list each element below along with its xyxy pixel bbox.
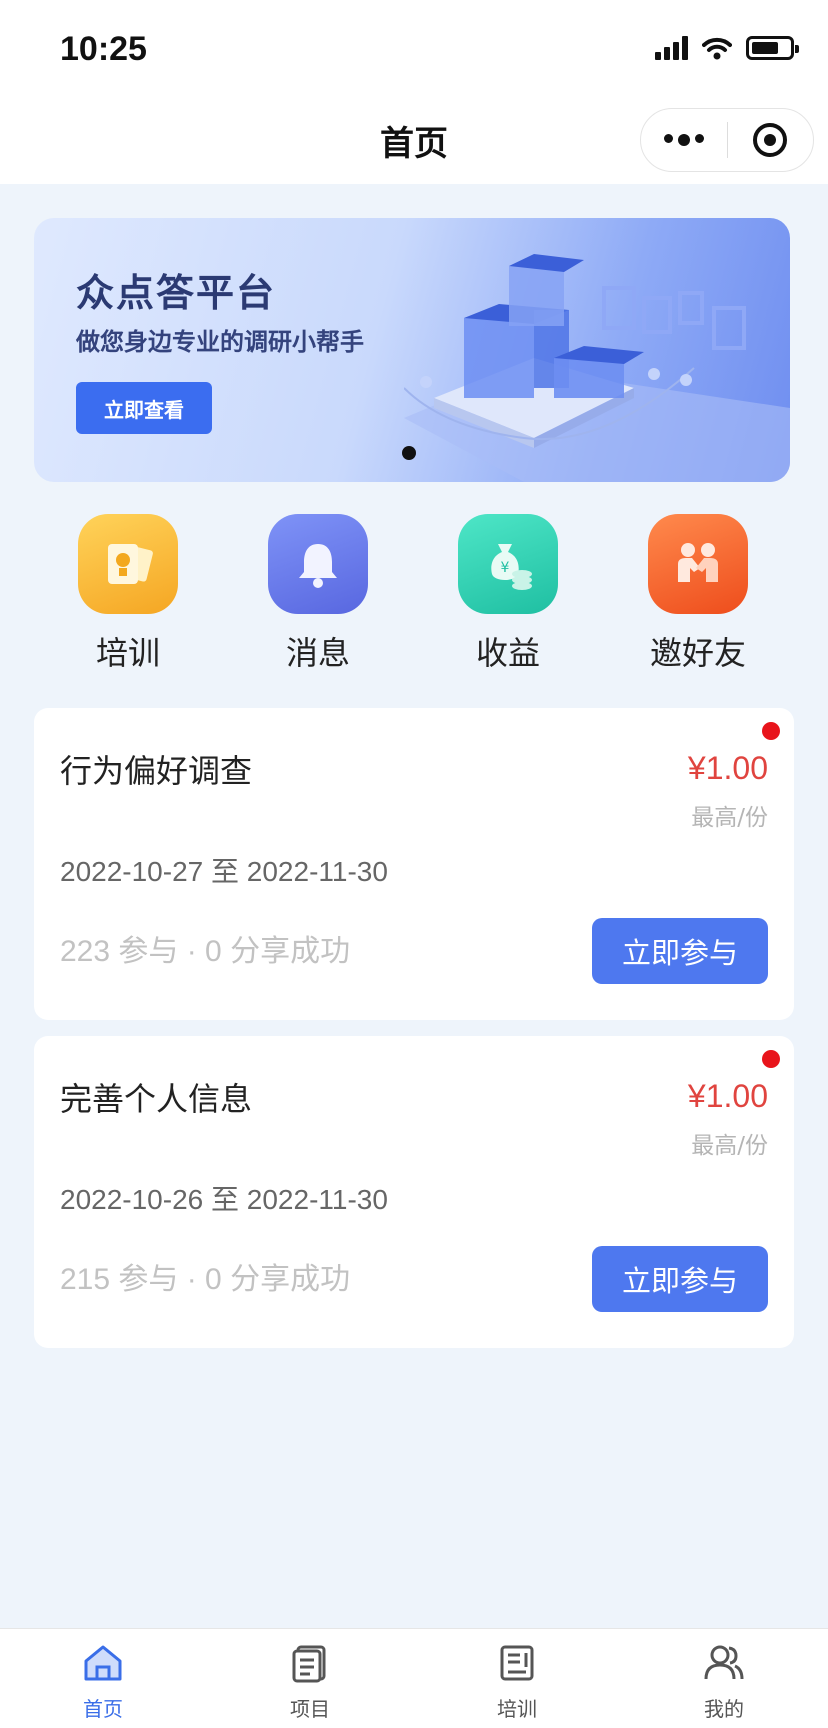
task-price-unit: 最高/份: [691, 1133, 768, 1159]
quick-item-label: 邀好友: [649, 634, 746, 672]
status-time: 10:25: [60, 30, 147, 68]
new-badge: [762, 1050, 780, 1068]
quick-item-training[interactable]: 培训: [58, 514, 198, 674]
task-date-range: 2022-10-27 至 2022-11-30: [60, 856, 388, 887]
quick-item-earnings[interactable]: ¥ 收益: [438, 514, 578, 674]
banner-illustration: [404, 254, 790, 482]
task-price: ¥1.00: [687, 750, 768, 786]
task-title: 完善个人信息: [60, 1080, 253, 1118]
banner[interactable]: 众点答平台 做您身边专业的调研小帮手 立即查看: [34, 218, 790, 482]
new-badge: [762, 722, 780, 740]
status-bar: 10:25: [0, 0, 828, 96]
quick-item-invite[interactable]: 邀好友: [628, 514, 768, 674]
task-stats: 223 参与 · 0 分享成功: [60, 935, 351, 968]
tab-projects[interactable]: 项目: [250, 1641, 370, 1722]
quick-item-label: 收益: [475, 634, 540, 672]
tab-mine[interactable]: 我的: [664, 1641, 784, 1722]
task-price-unit: 最高/份: [691, 805, 768, 831]
banner-view-button[interactable]: 立即查看: [76, 382, 212, 434]
tab-label: 我的: [704, 1697, 744, 1721]
money-bag-icon: ¥: [458, 514, 558, 614]
document-icon: [292, 1645, 326, 1683]
task-card[interactable]: 完善个人信息 ¥1.00 最高/份 2022-10-26 至 2022-11-3…: [34, 1036, 794, 1348]
task-title: 行为偏好调查: [60, 752, 253, 790]
handshake-icon: [648, 514, 748, 614]
tab-label: 首页: [83, 1697, 123, 1721]
tab-label: 培训: [497, 1697, 537, 1721]
mini-program-capsule: [640, 108, 814, 172]
carousel-indicator[interactable]: [402, 446, 416, 460]
close-target-icon[interactable]: [728, 123, 814, 157]
tab-bar: 首页 项目 培训 我的: [0, 1628, 828, 1728]
users-icon: [704, 1645, 744, 1680]
banner-title: 众点答平台: [76, 271, 277, 315]
task-stats: 215 参与 · 0 分享成功: [60, 1263, 351, 1296]
join-button[interactable]: 立即参与: [592, 1246, 768, 1312]
quick-item-messages[interactable]: 消息: [248, 514, 388, 674]
wifi-icon: [702, 37, 732, 60]
quick-menu: 培训 消息 ¥ 收益 邀好友: [34, 514, 794, 674]
training-icon: [500, 1645, 534, 1681]
signal-icon: [655, 36, 688, 60]
task-price: ¥1.00: [687, 1078, 768, 1114]
tab-training[interactable]: 培训: [457, 1641, 577, 1722]
bell-icon: [268, 514, 368, 614]
home-icon: [84, 1645, 122, 1681]
task-date-range: 2022-10-26 至 2022-11-30: [60, 1184, 388, 1215]
task-card[interactable]: 行为偏好调查 ¥1.00 最高/份 2022-10-27 至 2022-11-3…: [34, 708, 794, 1020]
battery-icon: [746, 36, 799, 60]
quick-item-label: 培训: [95, 634, 160, 672]
svg-text:¥: ¥: [501, 560, 510, 576]
tab-home[interactable]: 首页: [43, 1641, 163, 1722]
join-button[interactable]: 立即参与: [592, 918, 768, 984]
certificate-icon: [78, 514, 178, 614]
tab-label: 项目: [290, 1697, 330, 1721]
more-icon[interactable]: [641, 134, 727, 146]
banner-subtitle: 做您身边专业的调研小帮手: [76, 328, 364, 356]
status-icons: [655, 36, 799, 60]
nav-bar: 首页: [0, 96, 828, 184]
quick-item-label: 消息: [285, 634, 350, 672]
